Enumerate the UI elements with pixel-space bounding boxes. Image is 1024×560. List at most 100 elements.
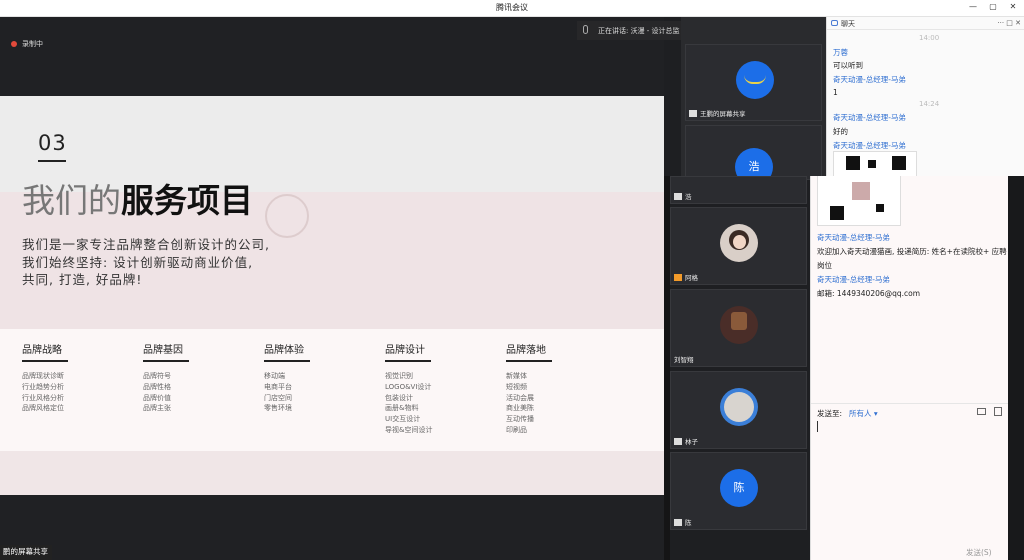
participant-name: 阿格 [674, 272, 698, 282]
avatar-face [733, 235, 746, 249]
chat-sender: 奇天动漫-总经理-马弟 [817, 275, 890, 284]
chat-timestamp: 14:24 [919, 100, 940, 108]
participant-tile[interactable]: 林子 [670, 371, 807, 449]
participant-name: 刘智翔 [674, 356, 694, 364]
participant-name: 林子 [674, 436, 698, 446]
chat-sender: 奇天动漫-总经理-马弟 [817, 233, 890, 242]
slide-heading: 我们的服务项目 [22, 174, 253, 222]
service-column: 品牌基因 品牌符号 品牌性格 品牌价值 品牌主张 [143, 341, 258, 414]
chat-panel-bottom: 奇天动漫-总经理-马弟 欢迎加入奇天动漫猫画, 投递简历: 姓名+在读院校+ 应… [810, 176, 1009, 560]
message-input[interactable] [815, 421, 1005, 541]
chat-header: 聊天 ··· □ ✕ [827, 17, 1024, 30]
column-item: 门店空间 [264, 393, 292, 402]
column-title: 品牌基因 [143, 345, 183, 356]
column-item: 品牌价值 [143, 393, 171, 402]
folder-icon[interactable] [977, 408, 986, 415]
mic-muted-icon [674, 193, 682, 200]
column-title: 品牌体验 [264, 345, 304, 356]
screenshot-icon[interactable] [994, 407, 1002, 416]
service-column: 品牌设计 视觉识别 LOGO&VI设计 包装设计 画册&物料 UI交互设计 导视… [385, 341, 500, 436]
watermark-stamp-icon [265, 194, 309, 238]
qr-code-image[interactable] [833, 151, 917, 176]
column-item: 品牌性格 [143, 382, 171, 391]
chat-bubble-icon [831, 20, 838, 26]
column-item: 品牌风格定位 [22, 404, 64, 413]
service-column: 品牌落地 新媒体 短视频 活动会展 商业美陈 互动传播 印刷品 [506, 341, 621, 436]
send-button[interactable]: 发送(S) [966, 547, 992, 558]
chat-sender: 奇天动漫-总经理-马弟 [833, 141, 906, 150]
column-item: 互动传播 [506, 415, 534, 424]
chat-sender: 奇天动漫-总经理-马弟 [833, 113, 906, 122]
column-item: 品牌符号 [143, 372, 171, 380]
chat-message: 1 [833, 88, 838, 97]
chat-panel-top: 聊天 ··· □ ✕ 14:00 万蓉 可以听到 奇天动漫-总经理-马弟 1 1… [826, 17, 1024, 176]
maximize-button[interactable]: ▢ [986, 2, 1000, 11]
participant-strip-top: 王鹏的屏幕共享 浩 [681, 17, 826, 180]
close-button[interactable]: ✕ [1006, 2, 1020, 11]
camera-icon [674, 274, 682, 281]
chat-message: 岗位 [817, 261, 832, 270]
mic-muted-icon [674, 438, 682, 445]
intro-line: 我们始终坚持: 设计创新驱动商业价值, [22, 254, 254, 270]
shared-screen-area: 录制中 正在讲话: 沃漫 - 设计总监 - 王... 03 我们的服务项目 我们… [0, 17, 705, 560]
column-item: 行业风格分析 [22, 393, 64, 402]
chat-message: 邮箱: 1449340206@qq.com [817, 289, 921, 298]
intro-line: 我们是一家专注品牌整合创新设计的公司, [22, 237, 270, 252]
title-bar: 腾讯会议 — ▢ ✕ [0, 0, 1024, 17]
text-cursor [817, 421, 818, 432]
qr-code-image[interactable] [817, 176, 901, 226]
divider [811, 403, 1009, 404]
service-column: 品牌体验 移动端 电商平台 门店空间 零售环境 [264, 341, 379, 414]
participant-name: 陈 [674, 517, 692, 527]
record-dot-icon [11, 41, 17, 47]
participant-tile[interactable]: 王鹏的屏幕共享 [685, 44, 822, 121]
recording-label: 录制中 [22, 40, 43, 48]
minimize-button[interactable]: — [966, 2, 980, 11]
participant-tile[interactable]: 浩 [685, 125, 822, 180]
column-item: 商业美陈 [506, 404, 534, 413]
chat-title: 聊天 [841, 20, 855, 28]
column-item: 活动会展 [506, 393, 534, 402]
chat-sender: 万蓉 [833, 48, 848, 57]
column-title: 品牌落地 [506, 345, 546, 356]
chat-timestamp: 14:00 [919, 34, 940, 42]
recipient-dropdown[interactable]: 所有人 ▾ [849, 408, 878, 419]
participant-name: 浩 [674, 191, 692, 201]
heading-bold: 服务项目 [121, 181, 253, 220]
chat-message: 好的 [833, 127, 848, 136]
slide-intro: 我们是一家专注品牌整合创新设计的公司, 我们始终坚持: 设计创新驱动商业价值, … [22, 236, 270, 289]
mic-icon [583, 25, 588, 34]
participant-tile[interactable]: 陈 陈 [670, 452, 807, 530]
screen-share-icon [689, 110, 697, 117]
column-item: 印刷品 [506, 425, 527, 434]
chat-message: 欢迎加入奇天动漫猫画, 投递简历: 姓名+在读院校+ 应聘 [817, 247, 1007, 256]
column-underline [506, 360, 552, 362]
avatar-figure [731, 312, 747, 330]
send-to-label: 发送至: [817, 409, 843, 418]
recording-indicator[interactable]: 录制中 [11, 39, 43, 49]
column-title: 品牌战略 [22, 345, 62, 356]
column-item: 品牌现状诊断 [22, 372, 64, 380]
column-item: 包装设计 [385, 393, 413, 402]
column-underline [143, 360, 189, 362]
column-item: 品牌主张 [143, 404, 171, 413]
screen-share-label: 鹏的屏幕共享 [0, 545, 52, 560]
avatar-dog [724, 392, 754, 422]
presentation-slide: 03 我们的服务项目 我们是一家专注品牌整合创新设计的公司, 我们始终坚持: 设… [0, 96, 664, 495]
column-item: 导视&空间设计 [385, 425, 433, 434]
avatar: 陈 [720, 469, 758, 507]
participant-tile[interactable]: 阿格 [670, 207, 807, 285]
heading-light: 我们的 [22, 181, 121, 220]
window-title: 腾讯会议 [496, 3, 528, 12]
participant-tile[interactable]: 刘智翔 [670, 289, 807, 367]
chat-header-controls[interactable]: ··· □ ✕ [997, 19, 1021, 27]
section-number-underline [38, 160, 66, 162]
participant-tile[interactable]: 浩 [670, 176, 807, 204]
participant-name: 王鹏的屏幕共享 [689, 108, 746, 118]
column-title: 品牌设计 [385, 345, 425, 356]
window-edge [1008, 176, 1024, 560]
column-item: 视觉识别 [385, 372, 413, 380]
column-underline [385, 360, 431, 362]
column-item: 电商平台 [264, 382, 292, 391]
chat-message: 可以听到 [833, 61, 863, 70]
